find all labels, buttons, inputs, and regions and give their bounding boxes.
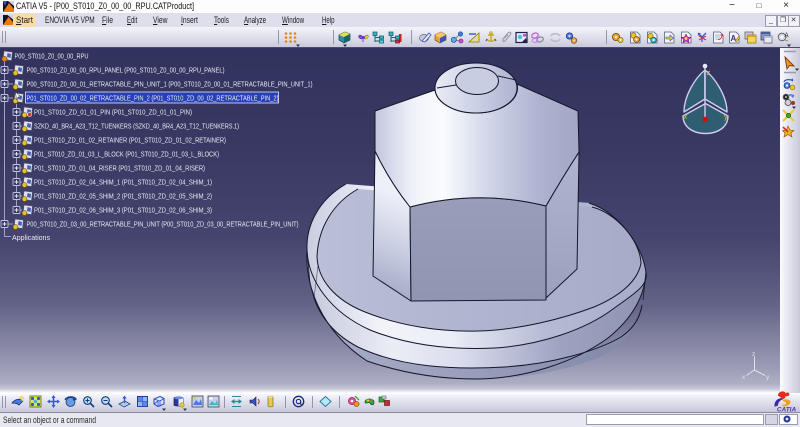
- svg-text:P01_ST010_ZD_01_01_PIN (P01_ST: P01_ST010_ZD_01_01_PIN (P01_ST010_ZD_01_…: [34, 108, 192, 117]
- svg-text:P00_ST010_Z0_00_00_RPU: P00_ST010_Z0_00_00_RPU: [15, 52, 89, 61]
- svg-text:P01_ST010_ZD_01_04_RISER (P01_: P01_ST010_ZD_01_04_RISER (P01_ST010_ZD_0…: [34, 164, 205, 173]
- svg-text:Applications: Applications: [12, 233, 50, 242]
- svg-text:P01_ST010_ZD_01_03_L_BLOCK (P0: P01_ST010_ZD_01_03_L_BLOCK (P01_ST010_ZD…: [34, 150, 219, 159]
- svg-text:P01_ST010_ZD_02_05_SHIM_2 (P01: P01_ST010_ZD_02_05_SHIM_2 (P01_ST010_ZD_…: [34, 192, 212, 201]
- svg-text:P01_ST010_ZD_02_04_SHIM_1 (P01: P01_ST010_ZD_02_04_SHIM_1 (P01_ST010_ZD_…: [34, 178, 212, 187]
- svg-text:P00_ST010_Z0_00_01_RETRACTABLE: P00_ST010_Z0_00_01_RETRACTABLE_PIN_UNIT_…: [27, 80, 313, 89]
- svg-text:P01_ST010_ZD_01_02_RETAINER (P: P01_ST010_ZD_01_02_RETAINER (P01_ST010_Z…: [34, 136, 226, 145]
- svg-text:P01_ST010_ZD_02_06_SHIM_3 (P01: P01_ST010_ZD_02_06_SHIM_3 (P01_ST010_ZD_…: [34, 206, 212, 215]
- svg-text:P01_ST010_ZD_00_02_RETRACTABLE: P01_ST010_ZD_00_02_RETRACTABLE_PIN_2 (P0…: [27, 94, 279, 103]
- svg-text:SZKD_40_BR4_A23_T12_TUENKERS (: SZKD_40_BR4_A23_T12_TUENKERS (SZKD_40_BR…: [34, 122, 239, 131]
- svg-text:P00_ST010_ZD_03_00_RETRACTABLE: P00_ST010_ZD_03_00_RETRACTABLE_PIN_UNIT …: [27, 220, 299, 229]
- svg-text:P00_ST010_Z0_00_00_RPU_PANEL (: P00_ST010_Z0_00_00_RPU_PANEL (P00_ST010_…: [27, 66, 225, 75]
